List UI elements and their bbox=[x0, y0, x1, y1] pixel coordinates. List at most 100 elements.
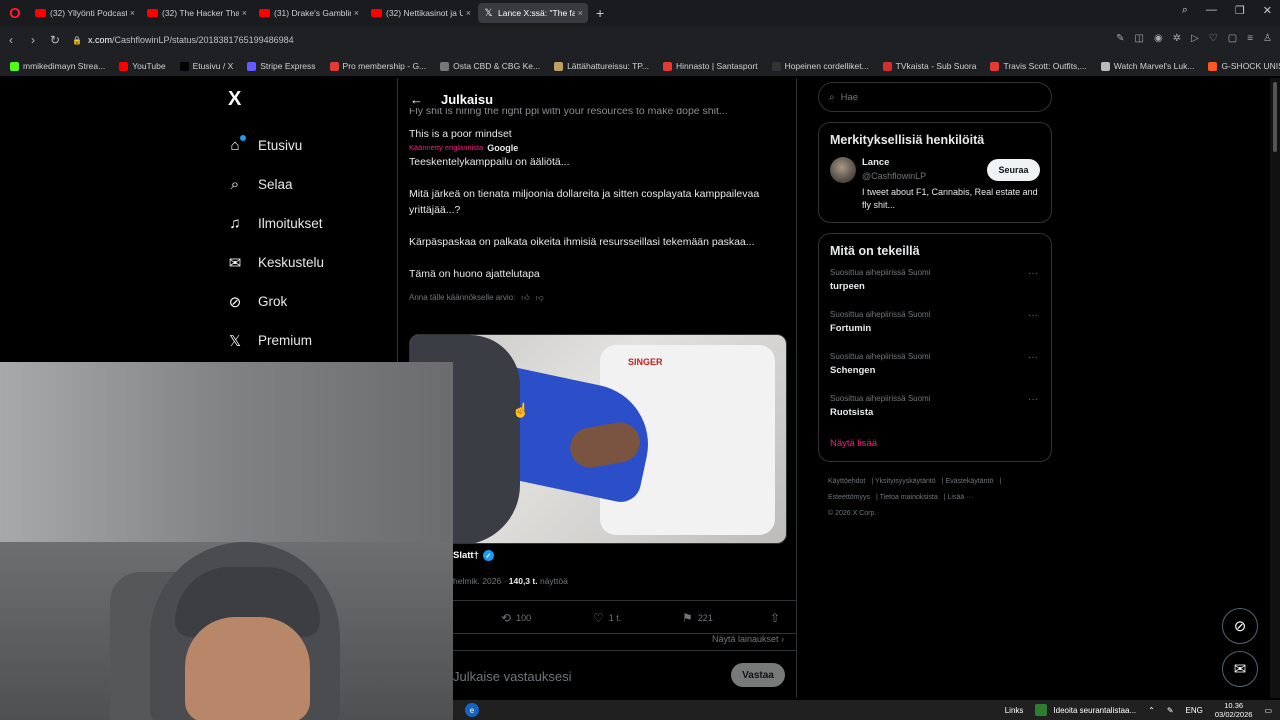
opera-logo-icon[interactable]: O bbox=[4, 2, 26, 24]
search-input[interactable]: ⌕ Hae bbox=[818, 82, 1052, 112]
url-field[interactable]: 🔒 x.com/CashflowinLP/status/201838176519… bbox=[72, 35, 294, 45]
close-icon[interactable]: × bbox=[130, 8, 135, 18]
close-window-icon[interactable]: ✕ bbox=[1263, 4, 1272, 17]
post-image[interactable]: SINGER bbox=[409, 334, 787, 544]
repost-button[interactable]: ⟲ 100 bbox=[501, 611, 531, 625]
bookmark-item[interactable]: Stripe Express bbox=[247, 61, 316, 71]
play-icon[interactable]: ▷ bbox=[1191, 33, 1199, 44]
reply-button[interactable]: Vastaa bbox=[731, 663, 785, 687]
more-icon[interactable]: ··· bbox=[1028, 352, 1038, 363]
bookmark-item[interactable]: G-SHOCK UNISEX -... bbox=[1208, 61, 1280, 71]
show-quotes-link[interactable]: Näytä lainaukset › bbox=[712, 634, 784, 644]
close-icon[interactable]: × bbox=[242, 8, 247, 18]
trend-item[interactable]: Suosittua aihepiirissä Suomi Ruotsista ··· bbox=[830, 394, 1040, 436]
widget-notification[interactable]: Ideoita seurantalistaa... bbox=[1035, 704, 1136, 716]
bookmark-item[interactable]: Lättähattureissu: TP... bbox=[554, 61, 649, 71]
browser-tab-active[interactable]: 𝕏 Lance X:ssä: "The fak × bbox=[478, 3, 588, 23]
camera-icon[interactable]: ◫ bbox=[1134, 33, 1143, 44]
minimize-icon[interactable]: — bbox=[1206, 4, 1217, 17]
webcam-background bbox=[0, 362, 453, 542]
close-icon[interactable]: × bbox=[578, 8, 583, 18]
bookmark-item[interactable]: Etusivu / X bbox=[179, 61, 233, 71]
new-tab-icon[interactable]: + bbox=[596, 5, 604, 21]
bookmark-item[interactable]: Osta CBD & CBG Ke... bbox=[440, 61, 540, 71]
extension-icon[interactable]: ✲ bbox=[1173, 33, 1181, 44]
nav-item-explore[interactable]: ⌕ Selaa bbox=[226, 165, 386, 204]
avatar[interactable] bbox=[830, 157, 856, 183]
footer-link[interactable]: Tietoa mainoksista bbox=[880, 494, 938, 501]
nav-item-notifications[interactable]: ♫ Ilmoitukset bbox=[226, 204, 386, 243]
footer-link[interactable]: Yksityisyyskäytäntö bbox=[875, 478, 936, 485]
vpn-icon[interactable]: ◉ bbox=[1154, 33, 1163, 44]
browser-tab[interactable]: (31) Drake's Gambling Ad× bbox=[254, 3, 364, 23]
trend-item[interactable]: Suosittua aihepiirissä Suomi turpeen ··· bbox=[830, 268, 1040, 310]
bell-icon: ♫ bbox=[229, 215, 241, 232]
bookmark-item[interactable]: Travis Scott: Outfits,... bbox=[990, 61, 1087, 71]
browser-tab[interactable]: (32) Nettikasinot ja Uhkap× bbox=[366, 3, 476, 23]
relevant-people-card: Merkityksellisiä henkilöitä Lance @Cashf… bbox=[818, 122, 1052, 223]
bookmark-favicon-icon bbox=[329, 61, 339, 71]
menu-icon[interactable]: ≡ bbox=[1247, 33, 1253, 44]
nav-item-messages[interactable]: ✉ Keskustelu bbox=[226, 243, 386, 282]
nav-item-premium[interactable]: 𝕏 Premium bbox=[226, 321, 386, 360]
maximize-icon[interactable]: ❐ bbox=[1235, 4, 1245, 17]
forward-icon[interactable]: › bbox=[22, 33, 44, 47]
notification-center-icon[interactable]: ▭ bbox=[1264, 706, 1272, 715]
thumbs-up-icon[interactable]: 👍︎ bbox=[521, 290, 529, 306]
follow-button[interactable]: Seuraa bbox=[987, 159, 1040, 181]
more-icon[interactable]: ··· bbox=[1028, 310, 1038, 321]
messages-fab-icon[interactable]: ✉ bbox=[1222, 651, 1258, 687]
bookmark-item[interactable]: Hinnasto | Santasport bbox=[662, 61, 758, 71]
google-logo: Google bbox=[487, 143, 519, 153]
footer-link[interactable]: Evästekäytäntö bbox=[945, 478, 993, 485]
browser-tab[interactable]: (32) The Hacker That Char× bbox=[142, 3, 252, 23]
footer-link[interactable]: Lisää ··· bbox=[948, 494, 974, 501]
show-more-link[interactable]: Näytä lisää bbox=[830, 438, 1040, 449]
more-icon[interactable]: ··· bbox=[1028, 268, 1038, 279]
reload-icon[interactable]: ↻ bbox=[44, 33, 66, 47]
heart-icon[interactable]: ♡ bbox=[1209, 33, 1218, 44]
person-item[interactable]: Lance @CashflowinLP I tweet about F1, Ca… bbox=[830, 157, 1040, 212]
bookmark-item[interactable]: Pro membership - G... bbox=[329, 61, 426, 71]
edge-browser-icon[interactable]: e bbox=[465, 703, 479, 717]
thumbs-down-icon[interactable]: 👎︎ bbox=[536, 290, 544, 306]
more-icon[interactable]: ··· bbox=[1028, 394, 1038, 405]
reply-input[interactable]: Julkaise vastauksesi bbox=[453, 669, 572, 684]
search-tabs-icon[interactable]: ⌕ bbox=[1182, 4, 1188, 17]
back-icon[interactable]: ‹ bbox=[0, 33, 22, 47]
box-icon[interactable]: ▢ bbox=[1228, 33, 1237, 44]
like-button[interactable]: ♡ 1 t. bbox=[593, 611, 621, 625]
back-arrow-icon[interactable]: ← bbox=[410, 92, 423, 107]
footer-link[interactable]: Käyttöehdot bbox=[828, 478, 865, 485]
edit-icon[interactable]: ✎ bbox=[1116, 33, 1124, 44]
close-icon[interactable]: × bbox=[354, 8, 359, 18]
bookmark-button[interactable]: ⚑ 221 bbox=[682, 611, 713, 625]
language-indicator[interactable]: ENG bbox=[1186, 706, 1203, 715]
x-logo-icon[interactable]: X bbox=[228, 88, 386, 111]
bookmark-item[interactable]: Watch Marvel's Luk... bbox=[1100, 61, 1194, 71]
links-toolbar[interactable]: Links bbox=[1005, 706, 1024, 715]
footer-link[interactable]: Esteettömyys bbox=[828, 494, 870, 501]
bookmark-item[interactable]: Hopeinen cordelliket... bbox=[771, 61, 869, 71]
card-title: Mitä on tekeillä bbox=[830, 244, 920, 258]
post-author[interactable]: Slatt† ✓ bbox=[453, 550, 494, 561]
profile-icon[interactable]: ♙ bbox=[1263, 33, 1272, 44]
nav-item-grok[interactable]: ⊘ Grok bbox=[226, 282, 386, 321]
nav-item-home[interactable]: ⌂ Etusivu bbox=[226, 126, 386, 165]
pen-icon[interactable]: ✎ bbox=[1167, 706, 1174, 715]
browser-tab[interactable]: (32) Yllyönti Podcast #52× bbox=[30, 3, 140, 23]
share-button[interactable]: ⇧ bbox=[770, 611, 780, 625]
bookmark-item[interactable]: mmikedimayn Strea... bbox=[10, 61, 105, 71]
chevron-up-icon[interactable]: ⌃ bbox=[1148, 706, 1155, 715]
trend-item[interactable]: Suosittua aihepiirissä Suomi Fortumin ··· bbox=[830, 310, 1040, 352]
page-scrollbar[interactable] bbox=[1270, 78, 1280, 698]
bookmark-item[interactable]: YouTube bbox=[119, 61, 166, 71]
lock-icon[interactable]: 🔒 bbox=[72, 36, 82, 45]
grok-fab-icon[interactable]: ⊘ bbox=[1222, 608, 1258, 644]
bookmark-favicon-icon bbox=[1208, 61, 1218, 71]
bookmark-item[interactable]: TVkaista - Sub Suora bbox=[882, 61, 976, 71]
scrollbar-thumb[interactable] bbox=[1273, 82, 1277, 152]
trend-item[interactable]: Suosittua aihepiirissä Suomi Schengen ··· bbox=[830, 352, 1040, 394]
clock[interactable]: 10.36 03/02/2026 bbox=[1215, 701, 1253, 719]
close-icon[interactable]: × bbox=[466, 8, 471, 18]
